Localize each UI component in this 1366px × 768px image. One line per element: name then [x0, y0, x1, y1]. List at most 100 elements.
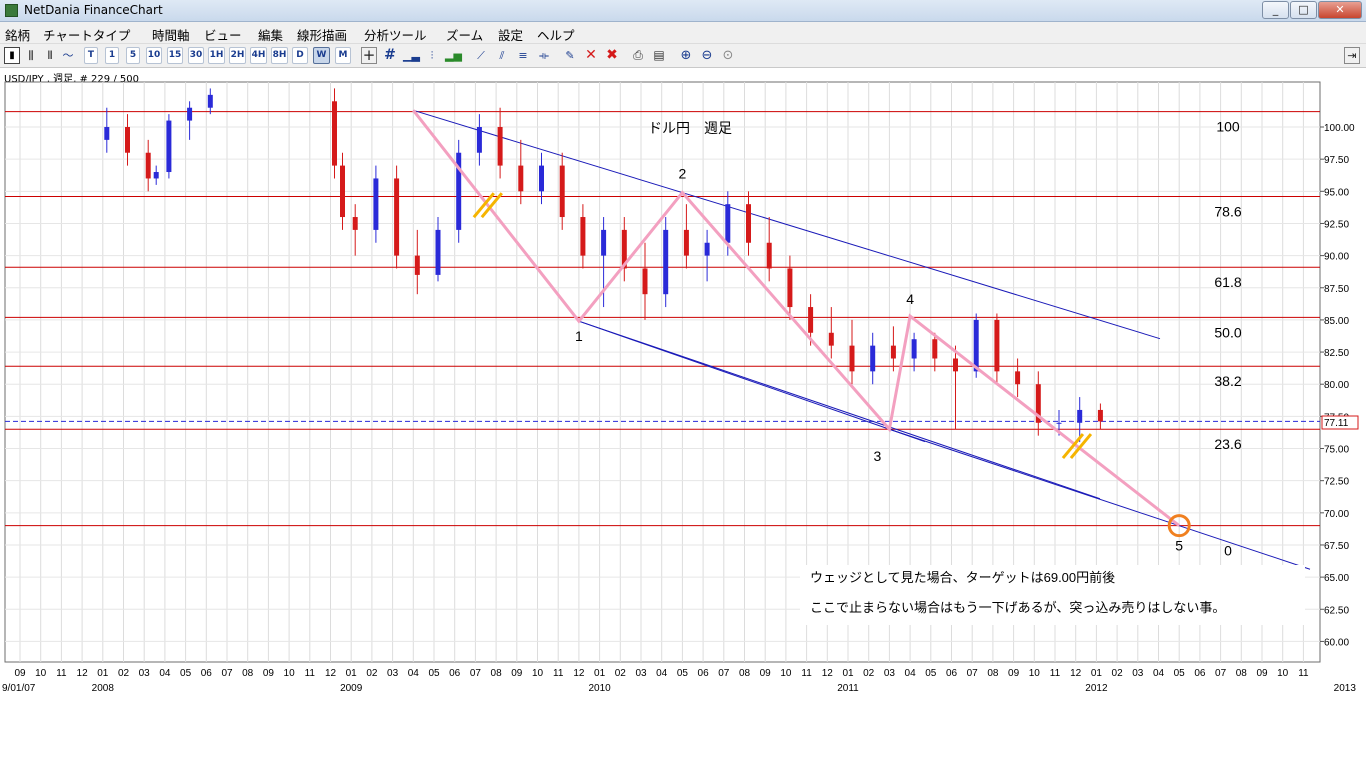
- candle-body: [166, 120, 172, 173]
- x-month-label: 10: [532, 668, 544, 679]
- x-month-label: 06: [698, 668, 710, 679]
- candle-body: [683, 229, 689, 256]
- x-year-label: 2013: [1334, 683, 1357, 694]
- x-year-label: 2012: [1085, 683, 1108, 694]
- candle-body: [1056, 422, 1062, 424]
- candle-body: [932, 339, 938, 359]
- y-tick-label: 75.00: [1324, 445, 1349, 456]
- x-month-label: 12: [822, 668, 834, 679]
- x-month-label: 06: [946, 668, 958, 679]
- x-year-label: 9/01/07: [2, 683, 36, 694]
- candle-body: [497, 127, 503, 166]
- candle-body: [849, 345, 855, 372]
- x-month-label: 10: [1029, 668, 1041, 679]
- candle-body: [559, 165, 565, 218]
- x-month-label: 10: [35, 668, 47, 679]
- x-month-label: 03: [884, 668, 896, 679]
- wave-label: 3: [874, 448, 882, 464]
- x-year-label: 2010: [588, 683, 611, 694]
- candle-body: [911, 339, 917, 359]
- candle-body: [766, 242, 772, 269]
- candle-body: [125, 127, 130, 153]
- x-month-label: 05: [180, 668, 192, 679]
- x-month-label: 03: [387, 668, 399, 679]
- candle-body: [394, 178, 400, 256]
- y-tick-label: 62.50: [1324, 605, 1349, 616]
- x-month-label: 02: [615, 668, 627, 679]
- x-month-label: 11: [1050, 668, 1061, 679]
- candle-body: [332, 101, 337, 166]
- candle-body: [973, 319, 979, 372]
- x-month-label: 12: [1070, 668, 1082, 679]
- wave-label: 4: [906, 291, 914, 307]
- x-month-label: 09: [1256, 668, 1268, 679]
- x-month-label: 07: [470, 668, 482, 679]
- fib-level-label: 23.6: [1214, 436, 1241, 452]
- fib-level-label: 50.0: [1214, 324, 1241, 340]
- candle-body: [890, 345, 896, 359]
- x-month-label: 04: [408, 668, 420, 679]
- price-axis: 100.00 97.50 95.00 92.50 90.00 87.50 85.00 82.5…: [1320, 123, 1355, 648]
- candle-body: [207, 94, 213, 108]
- candle-body: [580, 217, 586, 256]
- x-month-label: 01: [97, 668, 109, 679]
- y-tick-label: 65.00: [1324, 573, 1349, 584]
- x-month-label: 09: [263, 668, 275, 679]
- x-month-label: 05: [925, 668, 937, 679]
- x-month-label: 11: [553, 668, 564, 679]
- candle-body: [787, 268, 793, 308]
- x-month-label: 08: [242, 668, 254, 679]
- fib-level-label: 100: [1216, 119, 1240, 135]
- x-month-label: 03: [139, 668, 151, 679]
- annotation-line-1: ウェッジとして見た場合、ターゲットは69.00円前後: [810, 570, 1115, 585]
- y-tick-label: 60.00: [1324, 637, 1349, 648]
- candle-body: [340, 165, 345, 218]
- candle-body: [601, 229, 607, 256]
- candle-body: [1077, 409, 1083, 423]
- x-month-label: 03: [635, 668, 647, 679]
- candle-body: [414, 255, 420, 275]
- candle-body: [746, 204, 751, 243]
- candle-body: [145, 152, 151, 179]
- x-year-label: 2008: [92, 683, 115, 694]
- fib-level-label: 38.2: [1214, 373, 1241, 389]
- x-year-label: 2009: [340, 683, 363, 694]
- x-month-label: 08: [739, 668, 751, 679]
- candle-body: [1097, 409, 1103, 422]
- x-month-label: 09: [1008, 668, 1020, 679]
- x-month-label: 09: [14, 668, 26, 679]
- y-tick-label: 95.00: [1324, 187, 1349, 198]
- y-tick-label: 87.50: [1324, 284, 1349, 295]
- x-month-label: 04: [159, 668, 171, 679]
- candle-body: [539, 165, 544, 192]
- x-month-label: 11: [801, 668, 812, 679]
- current-price-label: 77.11: [1324, 418, 1349, 429]
- x-month-label: 03: [1132, 668, 1144, 679]
- x-month-label: 05: [677, 668, 689, 679]
- x-month-label: 04: [656, 668, 668, 679]
- y-tick-label: 80.00: [1324, 380, 1349, 391]
- candle-body: [808, 307, 814, 333]
- wave-label: 5: [1175, 538, 1183, 554]
- x-month-label: 02: [863, 668, 875, 679]
- x-month-label: 12: [77, 668, 89, 679]
- candle-body: [725, 204, 731, 243]
- y-tick-label: 70.00: [1324, 509, 1349, 520]
- candle-body: [953, 358, 958, 372]
- x-month-label: 04: [1153, 668, 1165, 679]
- x-month-label: 09: [511, 668, 523, 679]
- x-month-label: 11: [305, 668, 316, 679]
- y-tick-label: 100.00: [1324, 123, 1355, 134]
- x-month-label: 02: [366, 668, 378, 679]
- price-chart[interactable]: 10078.661.850.038.223.6012345 100.0097.5…: [0, 0, 1366, 768]
- x-month-label: 01: [594, 668, 606, 679]
- fib-level-label: 61.8: [1214, 274, 1241, 290]
- candle-body: [187, 107, 193, 121]
- x-month-label: 01: [346, 668, 358, 679]
- x-month-label: 06: [201, 668, 213, 679]
- x-month-label: 07: [967, 668, 979, 679]
- x-month-label: 10: [780, 668, 792, 679]
- candle-body: [1015, 371, 1021, 385]
- x-month-label: 02: [1112, 668, 1124, 679]
- candle-body: [104, 127, 110, 140]
